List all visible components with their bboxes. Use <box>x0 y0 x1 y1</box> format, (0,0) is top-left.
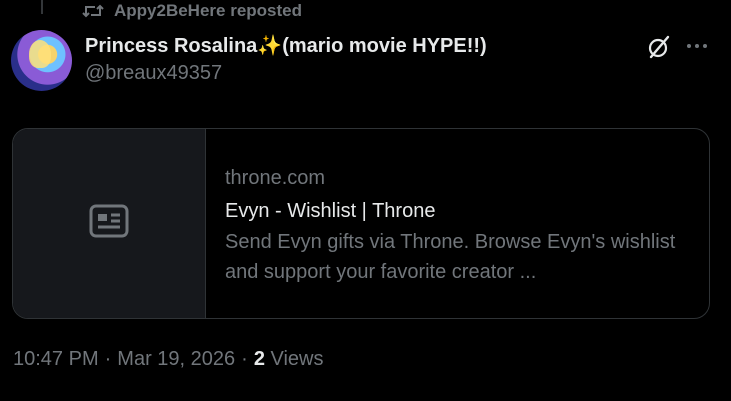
card-text: throne.com Evyn - Wishlist | Throne Send… <box>206 129 680 318</box>
card-domain: throne.com <box>225 167 326 189</box>
card-media <box>13 129 206 318</box>
avatar[interactable] <box>11 30 72 91</box>
author-display-name[interactable]: Princess Rosalina✨(mario movie HYPE!!) <box>85 33 487 58</box>
views-count: 2 <box>253 348 265 370</box>
link-preview-card[interactable]: throne.com Evyn - Wishlist | Throne Send… <box>12 128 710 319</box>
card-description: Send Evyn gifts via Throne. Browse Evyn'… <box>225 231 676 283</box>
thread-connector-line <box>41 0 43 14</box>
card-title: Evyn - Wishlist | Throne <box>225 200 436 222</box>
grok-icon[interactable] <box>646 34 672 60</box>
views-label: Views <box>270 348 324 370</box>
repost-icon <box>82 2 104 20</box>
author-handle[interactable]: @breaux49357 <box>85 62 222 85</box>
post-date[interactable]: Mar 19, 2026 <box>117 348 235 371</box>
repost-indicator[interactable]: Appy2BeHere reposted <box>82 0 302 22</box>
more-options-icon[interactable] <box>683 33 711 59</box>
repost-label: Appy2BeHere reposted <box>114 1 303 20</box>
meta-separator: · <box>241 348 248 370</box>
post-time[interactable]: 10:47 PM <box>13 348 99 371</box>
article-icon <box>89 204 129 243</box>
meta-separator: · <box>104 348 112 370</box>
post-meta: 10:47 PM · Mar 19, 2026 · 2 Views <box>13 348 324 371</box>
